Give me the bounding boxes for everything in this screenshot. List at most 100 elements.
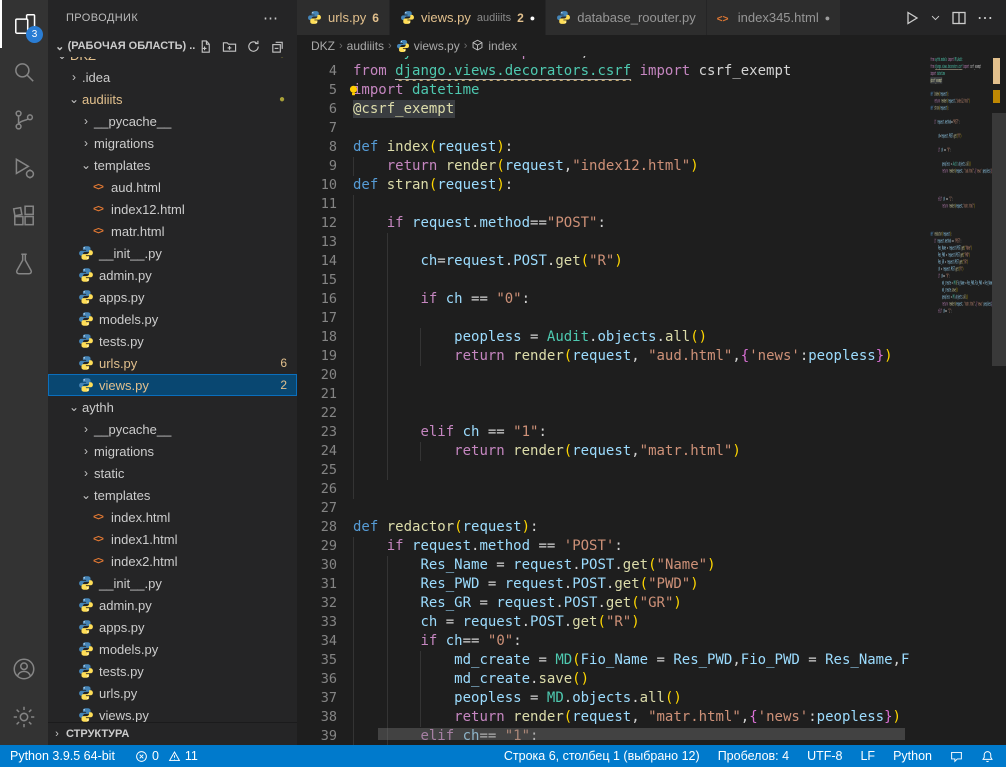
tree-item-audiiits[interactable]: ⌄audiiits● <box>48 88 297 110</box>
editor-more-actions-icon[interactable]: ⋯ <box>977 8 994 28</box>
tree-item-migrations[interactable]: ›migrations <box>48 440 297 462</box>
collapse-all-icon[interactable] <box>267 36 287 56</box>
tree-item-urls-py[interactable]: urls.py6 <box>48 352 297 374</box>
activity-explorer-icon[interactable]: 3 <box>0 0 48 48</box>
code-line-13 <box>930 126 992 133</box>
code-line-33: ch = request.POST.get("R") <box>930 266 992 273</box>
tree-item--init-py[interactable]: __init__.py <box>48 572 297 594</box>
python-file-icon <box>78 685 94 701</box>
tree-item-apps-py[interactable]: apps.py <box>48 286 297 308</box>
problems-status[interactable]: 0 11 <box>135 749 198 763</box>
horizontal-scrollbar[interactable] <box>378 728 905 740</box>
run-file-icon[interactable] <box>904 10 920 26</box>
breadcrumb-symbol[interactable]: index <box>471 39 517 53</box>
cursor-position-status[interactable]: Строка 6, столбец 1 (выбрано 12) <box>504 749 700 763</box>
line-number: 34 <box>297 632 337 651</box>
dirty-dot-icon[interactable]: ● <box>825 13 830 23</box>
tree-item-tests-py[interactable]: tests.py <box>48 660 297 682</box>
tree-item-migrations[interactable]: ›migrations <box>48 132 297 154</box>
tree-item-label: index12.html <box>111 202 185 217</box>
tree-item-index1-html[interactable]: <>index1.html <box>48 528 297 550</box>
tree-item-admin-py[interactable]: admin.py <box>48 594 297 616</box>
encoding-status[interactable]: UTF-8 <box>807 749 842 763</box>
activity-source-control-icon[interactable] <box>0 96 48 144</box>
tree-item-static[interactable]: ›static <box>48 462 297 484</box>
tree-item-aythh[interactable]: ⌄aythh <box>48 396 297 418</box>
line-number: 30 <box>297 556 337 575</box>
tab-database-roouter-py[interactable]: database_roouter.py <box>546 0 707 35</box>
breadcrumb-folder[interactable]: audiiits <box>347 39 384 53</box>
workspace-section-header[interactable]: ⌄ (РАБОЧАЯ ОБЛАСТЬ) ... <box>48 35 297 57</box>
notifications-bell-icon[interactable] <box>981 750 994 763</box>
tree-item--init-py[interactable]: __init__.py <box>48 242 297 264</box>
explorer-more-actions-icon[interactable]: ⋯ <box>263 9 279 27</box>
python-file-icon <box>78 575 94 591</box>
breadcrumb-folder[interactable]: DKZ <box>311 39 335 53</box>
activity-search-icon[interactable] <box>0 48 48 96</box>
outline-section-header[interactable]: › СТРУКТУРА <box>48 722 297 745</box>
tree-item-index12-html[interactable]: <>index12.html <box>48 198 297 220</box>
tab-index345-html[interactable]: <>index345.html● <box>707 0 841 35</box>
tab-urls-py[interactable]: urls.py6 <box>297 0 390 35</box>
tree-item--pycache-[interactable]: ›__pycache__ <box>48 418 297 440</box>
activity-account-icon[interactable] <box>0 645 48 693</box>
html-file-icon: <> <box>90 556 106 567</box>
code-line-16: if ch == "0": <box>930 147 992 154</box>
python-file-icon <box>78 641 94 657</box>
breadcrumb-file[interactable]: views.py <box>396 39 460 53</box>
chevron-right-icon: › <box>78 444 94 458</box>
python-file-icon <box>78 333 94 349</box>
feedback-icon[interactable] <box>950 750 963 763</box>
breadcrumb-separator: › <box>388 40 392 52</box>
tree-item-templates[interactable]: ⌄templates <box>48 484 297 506</box>
tree-item-DKZ[interactable]: ⌄DKZ● <box>48 57 297 66</box>
activity-settings-icon[interactable] <box>0 693 48 741</box>
code-editor[interactable]: 3from aythh.models import MD,Audit4from … <box>297 56 1006 745</box>
tree-item-tests-py[interactable]: tests.py <box>48 330 297 352</box>
overview-ruler[interactable] <box>992 56 1006 745</box>
indentation-status[interactable]: Пробелов: 4 <box>718 749 789 763</box>
code-line-23: 23 elif ch == "1": <box>297 423 930 442</box>
eol-status[interactable]: LF <box>860 749 875 763</box>
activity-extensions-icon[interactable] <box>0 192 48 240</box>
activity-run-debug-icon[interactable] <box>0 144 48 192</box>
dirty-dot-icon[interactable]: ● <box>530 13 535 23</box>
tab-views-py[interactable]: views.pyaudiiits2● <box>390 0 546 35</box>
line-number: 6 <box>297 100 337 119</box>
tree-item-models-py[interactable]: models.py <box>48 638 297 660</box>
new-folder-icon[interactable] <box>219 36 239 56</box>
html-file-icon: <> <box>90 512 106 523</box>
python-file-icon <box>78 355 94 371</box>
language-mode-status[interactable]: Python <box>893 749 932 763</box>
code-line-26 <box>930 217 992 224</box>
tree-item--idea[interactable]: ›.idea <box>48 66 297 88</box>
refresh-icon[interactable] <box>243 36 263 56</box>
tree-item-views-py[interactable]: views.py2 <box>48 374 297 396</box>
python-interpreter-status[interactable]: Python 3.9.5 64-bit <box>10 749 115 763</box>
minimap[interactable]: from aythh.models import MD,Auditfrom dj… <box>930 56 992 745</box>
activity-testing-icon[interactable] <box>0 240 48 288</box>
code-line-30: Res_Name = request.POST.get("Name") <box>930 245 992 252</box>
code-line-5: import datetime <box>930 70 992 77</box>
tree-item-templates[interactable]: ⌄templates <box>48 154 297 176</box>
tree-item-index-html[interactable]: <>index.html <box>48 506 297 528</box>
tree-item-views-py[interactable]: views.py <box>48 704 297 722</box>
tree-item-matr-html[interactable]: <>matr.html <box>48 220 297 242</box>
scrollbar-slider[interactable] <box>992 113 1006 366</box>
tree-item-admin-py[interactable]: admin.py <box>48 264 297 286</box>
tree-item-urls-py[interactable]: urls.py <box>48 682 297 704</box>
tree-item-aud-html[interactable]: <>aud.html <box>48 176 297 198</box>
code-line-9: return render(request,"index12.html") <box>930 98 992 105</box>
code-line-3: from aythh.models import MD,Audit <box>930 56 992 63</box>
run-dropdown-chevron-icon[interactable] <box>930 12 941 23</box>
tree-item-apps-py[interactable]: apps.py <box>48 616 297 638</box>
line-number: 19 <box>297 347 337 366</box>
code-line-26: 26 <box>297 480 930 499</box>
split-editor-icon[interactable] <box>951 10 967 26</box>
lightbulb-icon[interactable] <box>347 84 360 97</box>
tree-item--pycache-[interactable]: ›__pycache__ <box>48 110 297 132</box>
line-number: 7 <box>297 119 337 138</box>
tree-item-index2-html[interactable]: <>index2.html <box>48 550 297 572</box>
new-file-icon[interactable] <box>195 36 215 56</box>
tree-item-models-py[interactable]: models.py <box>48 308 297 330</box>
